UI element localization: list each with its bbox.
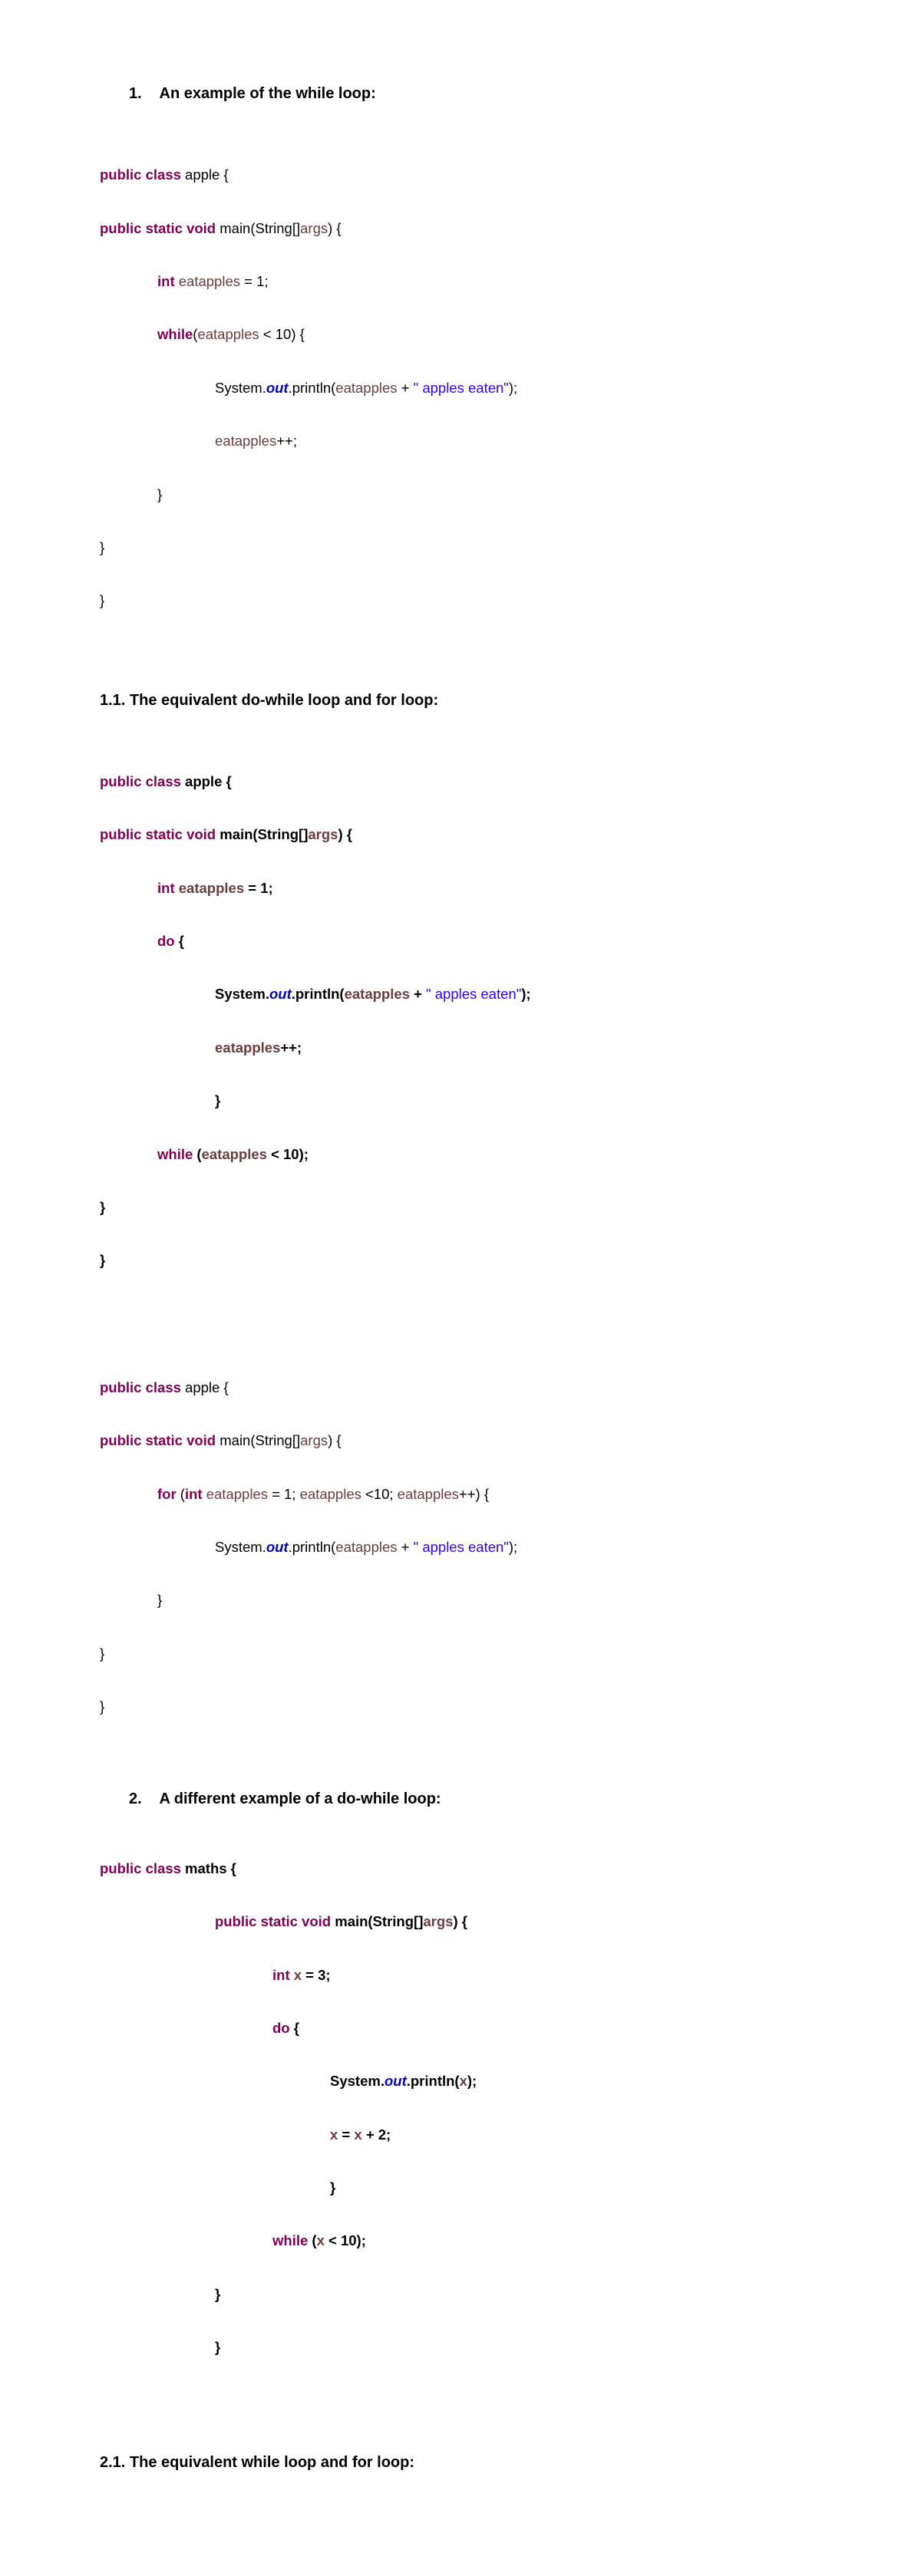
code-line: public class apple { xyxy=(100,166,821,183)
code-line: int eatapples = 1; xyxy=(157,272,821,290)
code-line: System.out.println(eatapples + " apples … xyxy=(215,985,821,1003)
code-line: eatapples++; xyxy=(215,432,821,450)
code-line: public static void main(String[]args) { xyxy=(100,1431,821,1449)
spacer xyxy=(100,1305,821,1343)
code-line: public class apple { xyxy=(100,1379,821,1396)
heading-1: 1. An example of the while loop: xyxy=(100,84,821,104)
code-line: } xyxy=(215,2285,821,2303)
code-line: public static void main(String[]args) { xyxy=(215,1912,821,1930)
code-line: x = x + 2; xyxy=(330,2126,821,2143)
code-line: for (int eatapples = 1; eatapples <10; e… xyxy=(157,1485,821,1503)
code-line: System.out.println(eatapples + " apples … xyxy=(215,1538,821,1556)
code-line: } xyxy=(100,1645,821,1662)
heading-1-text: An example of the while loop: xyxy=(160,85,376,102)
code-line: public static void main(String[]args) { xyxy=(100,219,821,237)
spacer xyxy=(100,2392,821,2430)
code-block-1: public class apple { public static void … xyxy=(100,130,821,645)
code-line: } xyxy=(330,2179,821,2196)
code-line: } xyxy=(215,2338,821,2356)
code-line: int x = 3; xyxy=(272,1966,821,1984)
code-line: public class maths { xyxy=(100,1860,821,1877)
code-line: public static void main(String[]args) { xyxy=(100,825,821,843)
code-block-2: public class apple { public static void … xyxy=(100,737,821,1305)
code-line: } xyxy=(100,591,821,609)
code-line: System.out.println(x); xyxy=(330,2072,821,2090)
subheading-2-1: 2.1. The equivalent while loop and for l… xyxy=(100,2453,821,2472)
code-line: do { xyxy=(157,932,821,950)
code-line: public class apple { xyxy=(100,772,821,790)
document-page: 1. An example of the while loop: public … xyxy=(0,0,921,2576)
code-line: } xyxy=(100,1198,821,1216)
code-line: } xyxy=(215,1092,821,1109)
code-block-3: public class apple { public static void … xyxy=(100,1343,821,1751)
code-line: } xyxy=(100,539,821,556)
code-line: do { xyxy=(272,2019,821,2037)
code-line: while(eatapples < 10) { xyxy=(157,325,821,343)
heading-2-text: A different example of a do-while loop: xyxy=(160,1790,441,1807)
code-line: } xyxy=(100,1251,821,1269)
code-line: while (eatapples < 10); xyxy=(157,1145,821,1163)
code-line: System.out.println(eatapples + " apples … xyxy=(215,379,821,397)
heading-2: 2. A different example of a do-while loo… xyxy=(100,1790,821,1809)
code-line: } xyxy=(157,1591,821,1609)
heading-2-number: 2. xyxy=(129,1790,142,1809)
code-block-4: public class maths { public static void … xyxy=(100,1824,821,2392)
code-line: } xyxy=(157,486,821,503)
code-line: int eatapples = 1; xyxy=(157,879,821,897)
spacer xyxy=(100,1751,821,1790)
code-line: eatapples++; xyxy=(215,1039,821,1056)
subheading-1-1: 1.1. The equivalent do-while loop and fo… xyxy=(100,691,821,710)
code-line: } xyxy=(100,1698,821,1715)
heading-1-number: 1. xyxy=(129,84,142,104)
code-line: while (x < 10); xyxy=(272,2232,821,2249)
